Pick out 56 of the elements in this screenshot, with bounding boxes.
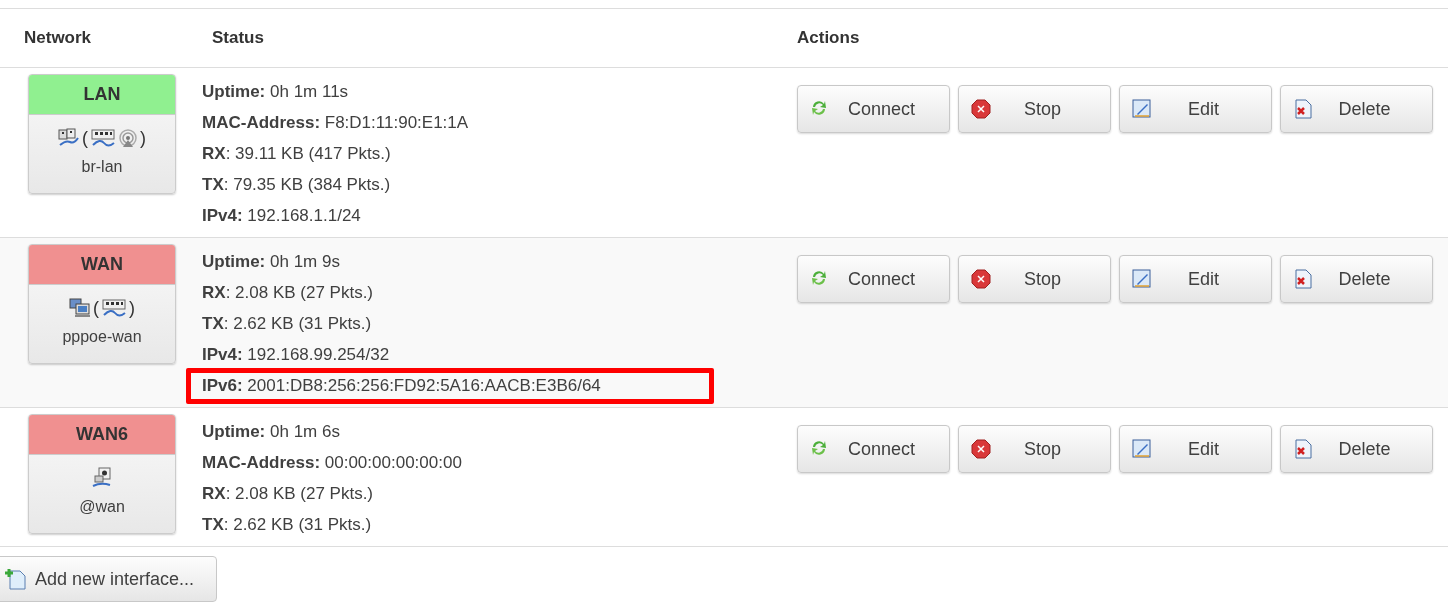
status-line: TX: 2.62 KB (31 Pkts.): [202, 312, 372, 335]
computer-icon: [69, 298, 91, 318]
antenna-icon: [118, 128, 138, 148]
delete-button[interactable]: Delete: [1280, 255, 1433, 303]
status-line: RX: 39.11 KB (417 Pkts.): [202, 142, 391, 165]
stop-icon: [971, 439, 991, 459]
status-line: Uptime: 0h 1m 9s: [202, 250, 340, 273]
status-line: TX: 2.62 KB (31 Pkts.): [202, 513, 372, 536]
column-header: Status: [211, 27, 265, 50]
edit-button[interactable]: Edit: [1119, 85, 1272, 133]
delete-icon: [1293, 269, 1313, 289]
connect-button[interactable]: Connect: [797, 85, 950, 133]
status-line: TX: 79.35 KB (384 Pkts.): [202, 173, 391, 196]
port-icon: [91, 467, 113, 489]
device-name: @wan: [78, 497, 126, 517]
bridge-icon: [58, 128, 80, 148]
connect-button[interactable]: Connect: [797, 425, 950, 473]
delete-button[interactable]: Delete: [1280, 425, 1433, 473]
bracket: (: [93, 296, 99, 320]
edit-icon: [1132, 269, 1152, 289]
bracket: (: [82, 126, 88, 150]
stop-icon: [971, 269, 991, 289]
delete-button[interactable]: Delete: [1280, 85, 1433, 133]
stop-button[interactable]: Stop: [958, 425, 1111, 473]
status-line: Uptime: 0h 1m 11s: [202, 80, 349, 103]
interface-name: LAN: [29, 75, 175, 115]
status-line: RX: 2.08 KB (27 Pkts.): [202, 281, 374, 304]
interface-name: WAN6: [29, 415, 175, 455]
switch-icon: [90, 128, 116, 148]
device-name: br-lan: [80, 157, 124, 177]
stop-button[interactable]: Stop: [958, 85, 1111, 133]
bracket: ): [140, 126, 146, 150]
edit-icon: [1132, 439, 1152, 459]
edit-button[interactable]: Edit: [1119, 425, 1272, 473]
status-line: MAC-Address: F8:D1:11:90:E1:1A: [202, 111, 469, 134]
delete-icon: [1293, 439, 1313, 459]
delete-icon: [1293, 99, 1313, 119]
connect-button[interactable]: Connect: [797, 255, 950, 303]
new-file-icon: [5, 568, 27, 590]
bracket: ): [129, 296, 135, 320]
switch-icon: [101, 298, 127, 318]
add-interface-button[interactable]: Add new interface...: [0, 556, 218, 602]
edit-button[interactable]: Edit: [1119, 255, 1272, 303]
device-name: pppoe-wan: [61, 327, 143, 347]
status-line: MAC-Address: 00:00:00:00:00:00: [202, 451, 462, 474]
column-header: Network: [23, 27, 93, 50]
status-line: IPv6: 2001:DB8:256:256:FD92:5A16:AACB:E3B6/64: [202, 374, 601, 397]
edit-icon: [1132, 99, 1152, 119]
status-line: RX: 2.08 KB (27 Pkts.): [202, 482, 374, 505]
status-line: IPv4: 192.168.1.1/24: [202, 204, 361, 227]
status-line: IPv4: 192.168.99.254/32: [202, 343, 390, 366]
stop-button[interactable]: Stop: [958, 255, 1111, 303]
stop-icon: [971, 99, 991, 119]
column-header: Actions: [796, 27, 860, 50]
interface-name: WAN: [29, 245, 175, 285]
status-line: Uptime: 0h 1m 6s: [202, 420, 340, 443]
